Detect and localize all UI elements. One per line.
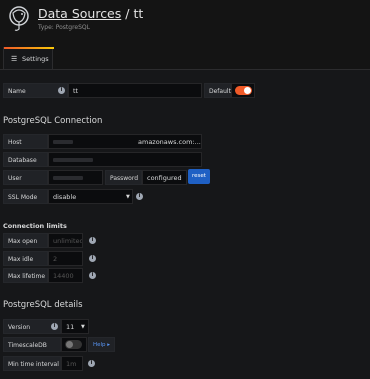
password-label: Password [105,170,142,185]
max-open-info-icon[interactable]: i [89,237,96,244]
timescaledb-help-button[interactable]: Help ▸ [88,337,116,352]
datasource-name-title: tt [133,6,144,21]
redacted-database-value [53,158,93,162]
max-idle-input[interactable]: 2 [48,251,83,266]
max-open-label-text: Max open [8,238,38,245]
redacted-user-value [53,176,83,180]
default-toggle-knob [244,87,251,94]
min-interval-label-text: Min time interval [8,361,59,368]
tab-active-indicator [4,47,54,49]
user-input[interactable] [48,170,103,185]
host-label-text: Host [8,139,22,146]
max-lifetime-label: Max lifetime [3,268,48,283]
database-label: Database [3,152,48,167]
connection-limits-heading: Connection limits [3,222,67,230]
host-input-value: amazonaws.com:... [138,138,201,146]
datasource-type-subtitle: Type: PostgreSQL [38,24,90,31]
max-lifetime-info-icon[interactable]: i [89,272,96,279]
database-label-text: Database [8,157,37,164]
password-label-text: Password [110,175,139,182]
min-interval-label: Min time interval [3,356,61,371]
name-info-icon[interactable]: i [58,87,65,94]
max-lifetime-label-text: Max lifetime [8,273,46,280]
connection-section-heading: PostgreSQL Connection [3,116,103,126]
timescaledb-toggle-knob [66,341,73,348]
timescaledb-label-text: TimescaleDB [8,342,47,349]
breadcrumb-data-sources-link[interactable]: Data Sources [38,6,121,21]
max-idle-label-text: Max idle [8,256,34,263]
redacted-host-prefix [53,140,73,144]
ssl-mode-info-icon[interactable]: i [136,193,143,200]
ssl-mode-select[interactable]: disable [48,189,133,204]
name-input[interactable]: tt [68,83,202,98]
version-label-text: Version [8,324,31,331]
header-divider [0,69,370,70]
max-idle-info-icon[interactable]: i [89,255,96,262]
min-interval-input[interactable]: 1m [61,356,83,371]
default-label: Default [204,83,231,98]
ssl-mode-label: SSL Mode [3,189,48,204]
max-open-label: Max open [3,233,48,248]
password-input: configured [142,170,187,185]
min-interval-info-icon[interactable]: i [88,360,95,367]
default-label-text: Default [209,88,231,95]
default-toggle[interactable] [235,86,252,95]
version-chevron-down-icon: ▼ [81,324,85,330]
max-open-input[interactable]: unlimited [48,233,83,248]
tab-settings-label: Settings [22,55,49,63]
user-label-text: User [8,175,22,182]
page-header: Data Sources / tt Type: PostgreSQL ☰ Set… [0,0,370,70]
password-reset-button[interactable]: reset [188,169,210,184]
timescaledb-label: TimescaleDB [3,337,61,352]
ssl-mode-chevron-down-icon: ▼ [126,194,130,200]
page-title: Data Sources / tt [38,6,143,21]
host-input[interactable]: amazonaws.com:... [48,134,202,149]
name-label-text: Name [8,88,26,95]
breadcrumb-separator: / [121,6,134,21]
database-input[interactable] [48,152,202,167]
postgresql-logo-icon [7,5,31,33]
host-label: Host [3,134,48,149]
user-label: User [3,170,48,185]
tab-settings[interactable]: ☰ Settings [3,47,54,69]
ssl-mode-label-text: SSL Mode [8,194,38,201]
max-lifetime-input[interactable]: 14400 [48,268,83,283]
timescaledb-toggle[interactable] [65,340,82,349]
details-section-heading: PostgreSQL details [3,300,83,310]
max-idle-label: Max idle [3,251,48,266]
version-info-icon[interactable]: i [51,323,58,330]
sliders-icon: ☰ [11,55,18,63]
